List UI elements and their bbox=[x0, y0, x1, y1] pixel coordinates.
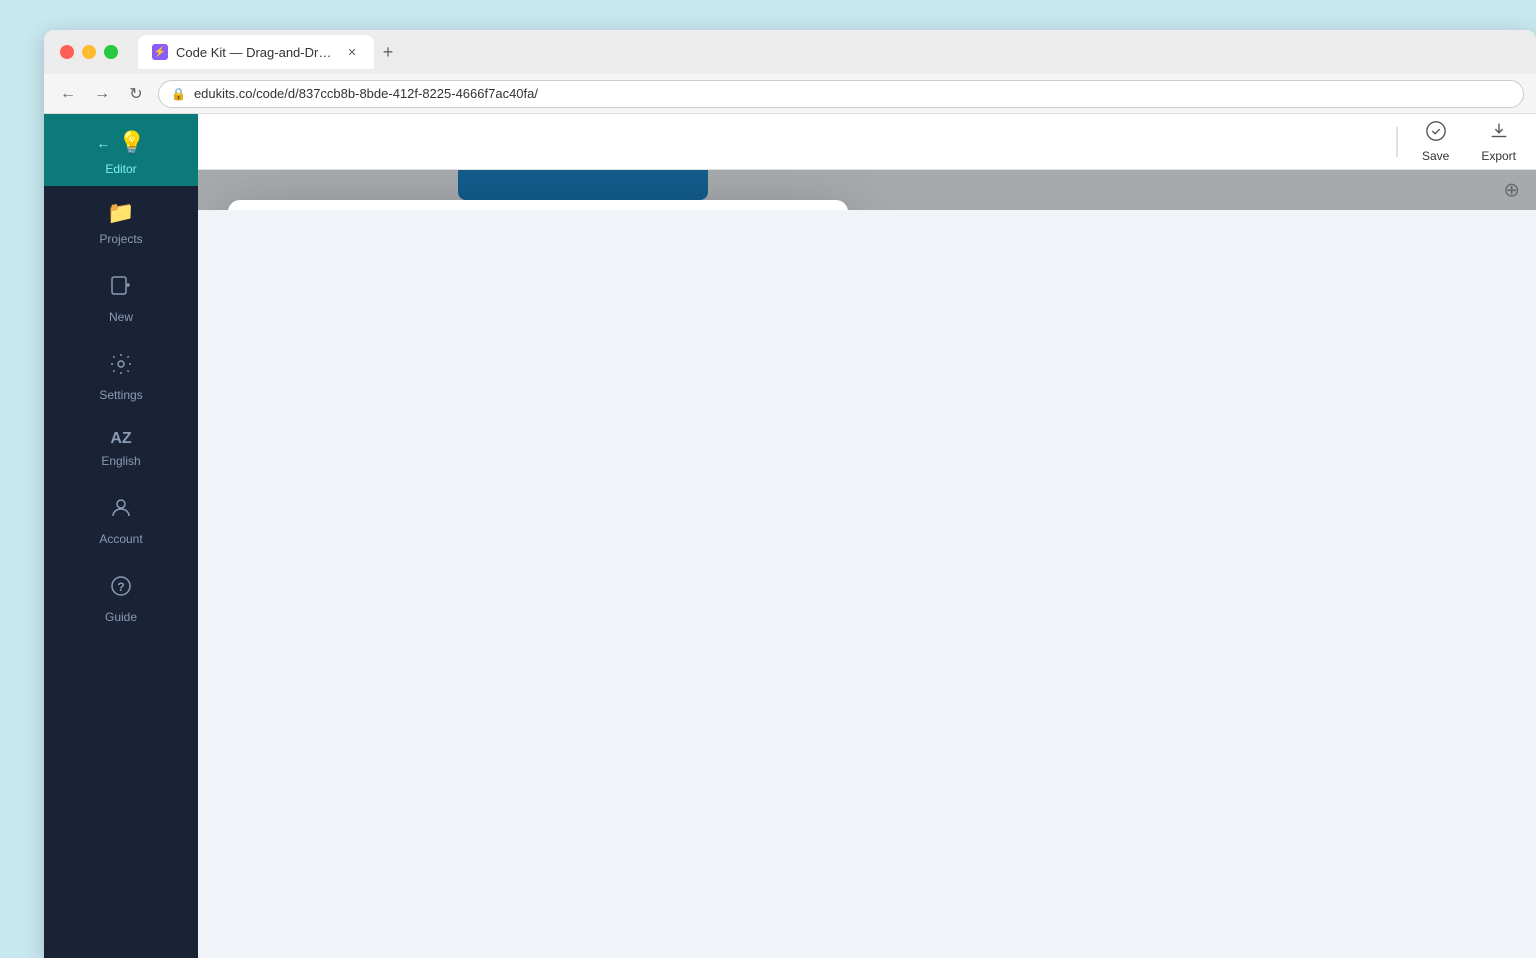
maximize-button[interactable] bbox=[104, 45, 118, 59]
editor-area: et squirrel " iter your passphrase " bbox=[198, 170, 1536, 210]
new-icon bbox=[109, 274, 133, 304]
address-bar-row: ← → ↻ 🔒 edukits.co/code/d/837ccb8b-8bde-… bbox=[44, 74, 1536, 114]
export-button[interactable]: Export bbox=[1481, 120, 1516, 163]
sidebar-item-account-label: Account bbox=[99, 532, 142, 546]
save-label: Save bbox=[1422, 149, 1449, 163]
sidebar-item-new-label: New bbox=[109, 310, 133, 324]
minimize-button[interactable] bbox=[82, 45, 96, 59]
sidebar-item-english[interactable]: AZ English bbox=[44, 416, 198, 482]
traffic-lights bbox=[60, 45, 118, 59]
save-button[interactable]: Save bbox=[1422, 120, 1449, 163]
sidebar-item-editor[interactable]: ← 💡 Editor bbox=[44, 114, 198, 186]
forward-button[interactable]: → bbox=[90, 82, 114, 106]
english-icon: AZ bbox=[110, 430, 131, 448]
tab-favicon: ⚡ bbox=[152, 44, 168, 60]
sidebar-item-editor-label: Editor bbox=[105, 162, 136, 176]
address-bar[interactable]: 🔒 edukits.co/code/d/837ccb8b-8bde-412f-8… bbox=[158, 80, 1524, 108]
tab-title: Code Kit — Drag-and-Drop Co... bbox=[176, 45, 336, 60]
save-icon bbox=[1425, 120, 1447, 147]
active-tab[interactable]: ⚡ Code Kit — Drag-and-Drop Co... ✕ bbox=[138, 35, 374, 69]
back-button[interactable]: ← bbox=[56, 82, 80, 106]
sidebar-item-guide[interactable]: ? Guide bbox=[44, 560, 198, 638]
export-icon bbox=[1488, 120, 1510, 147]
close-button[interactable] bbox=[60, 45, 74, 59]
sidebar-item-new[interactable]: New bbox=[44, 260, 198, 338]
sidebar-item-settings-label: Settings bbox=[99, 388, 142, 402]
svg-text:?: ? bbox=[117, 580, 124, 594]
guide-icon: ? bbox=[109, 574, 133, 604]
sidebar-item-projects[interactable]: 📁 Projects bbox=[44, 186, 198, 260]
browser-titlebar: ⚡ Code Kit — Drag-and-Drop Co... ✕ + bbox=[44, 30, 1536, 74]
url-text: edukits.co/code/d/837ccb8b-8bde-412f-822… bbox=[194, 86, 538, 101]
sidebar-item-english-label: English bbox=[101, 454, 140, 468]
sidebar-item-account[interactable]: Account bbox=[44, 482, 198, 560]
settings-icon bbox=[109, 352, 133, 382]
tab-close-button[interactable]: ✕ bbox=[344, 44, 360, 60]
sidebar-item-projects-label: Projects bbox=[99, 232, 142, 246]
account-icon bbox=[109, 496, 133, 526]
lock-icon: 🔒 bbox=[171, 87, 186, 101]
projects-icon: 📁 bbox=[107, 200, 134, 226]
modal-overlay: 1 edukits.co wants to connect to a seria… bbox=[198, 170, 1536, 210]
main-content: Save Export bbox=[198, 114, 1536, 958]
export-label: Export bbox=[1481, 149, 1516, 163]
app-header: Save Export bbox=[198, 114, 1536, 170]
sidebar-item-settings[interactable]: Settings bbox=[44, 338, 198, 416]
new-tab-button[interactable]: + bbox=[374, 38, 402, 66]
app-container: ← 💡 Editor 📁 Projects New bbox=[44, 114, 1536, 958]
sidebar-item-guide-label: Guide bbox=[105, 610, 137, 624]
serial-port-modal: 1 edukits.co wants to connect to a seria… bbox=[228, 200, 848, 210]
tab-bar: ⚡ Code Kit — Drag-and-Drop Co... ✕ + bbox=[138, 35, 402, 69]
reload-button[interactable]: ↻ bbox=[124, 82, 148, 106]
sidebar: ← 💡 Editor 📁 Projects New bbox=[44, 114, 198, 958]
